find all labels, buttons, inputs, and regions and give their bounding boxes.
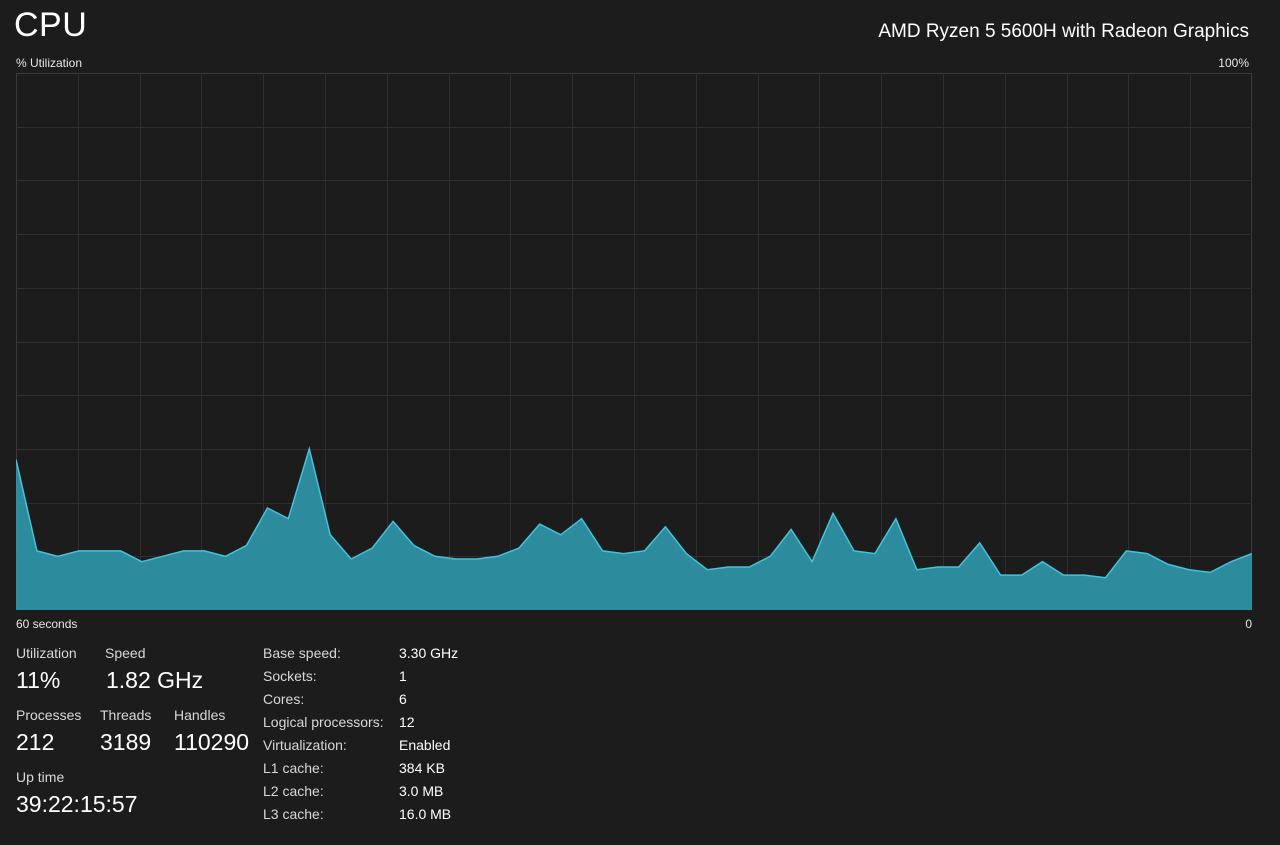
spec-label: L1 cache: [263,760,324,776]
spec-label: Base speed: [263,645,341,661]
spec-label: L3 cache: [263,806,324,822]
spec-value: 3.0 MB [399,783,444,799]
spec-label: Virtualization: [263,737,347,753]
uptime-value: 39:22:15:57 [16,791,138,817]
threads-value: 3189 [100,729,152,755]
spec-value: 6 [399,691,407,707]
utilization-label: Utilization [16,645,77,661]
spec-value: 1 [399,668,407,684]
page-title: CPU [14,6,88,44]
spec-value: 12 [399,714,415,730]
spec-label: Cores: [263,691,305,707]
y-axis-max-label: 100% [1218,56,1249,70]
spec-value: Enabled [399,737,451,753]
speed-value: 1.82 GHz [106,667,204,693]
handles-value: 110290 [174,729,250,755]
speed-label: Speed [105,645,146,661]
spec-value: 384 KB [399,760,445,776]
spec-value: 3.30 GHz [399,645,459,661]
spec-label: Logical processors: [263,714,384,730]
processes-label: Processes [16,707,82,723]
uptime-label: Up time [16,769,65,785]
spec-label: L2 cache: [263,783,324,799]
cpu-model-name: AMD Ryzen 5 5600H with Radeon Graphics [878,21,1249,42]
threads-label: Threads [100,707,152,723]
utilization-value: 11% [16,667,61,693]
y-axis-label: % Utilization [16,56,83,70]
spec-value: 16.0 MB [399,806,452,822]
cpu-utilization-graph [16,73,1252,610]
x-axis-start-label: 60 seconds [16,617,78,631]
x-axis-end-label: 0 [1245,617,1252,631]
processes-value: 212 [16,729,55,755]
handles-label: Handles [174,707,226,723]
spec-label: Sockets: [263,668,317,684]
